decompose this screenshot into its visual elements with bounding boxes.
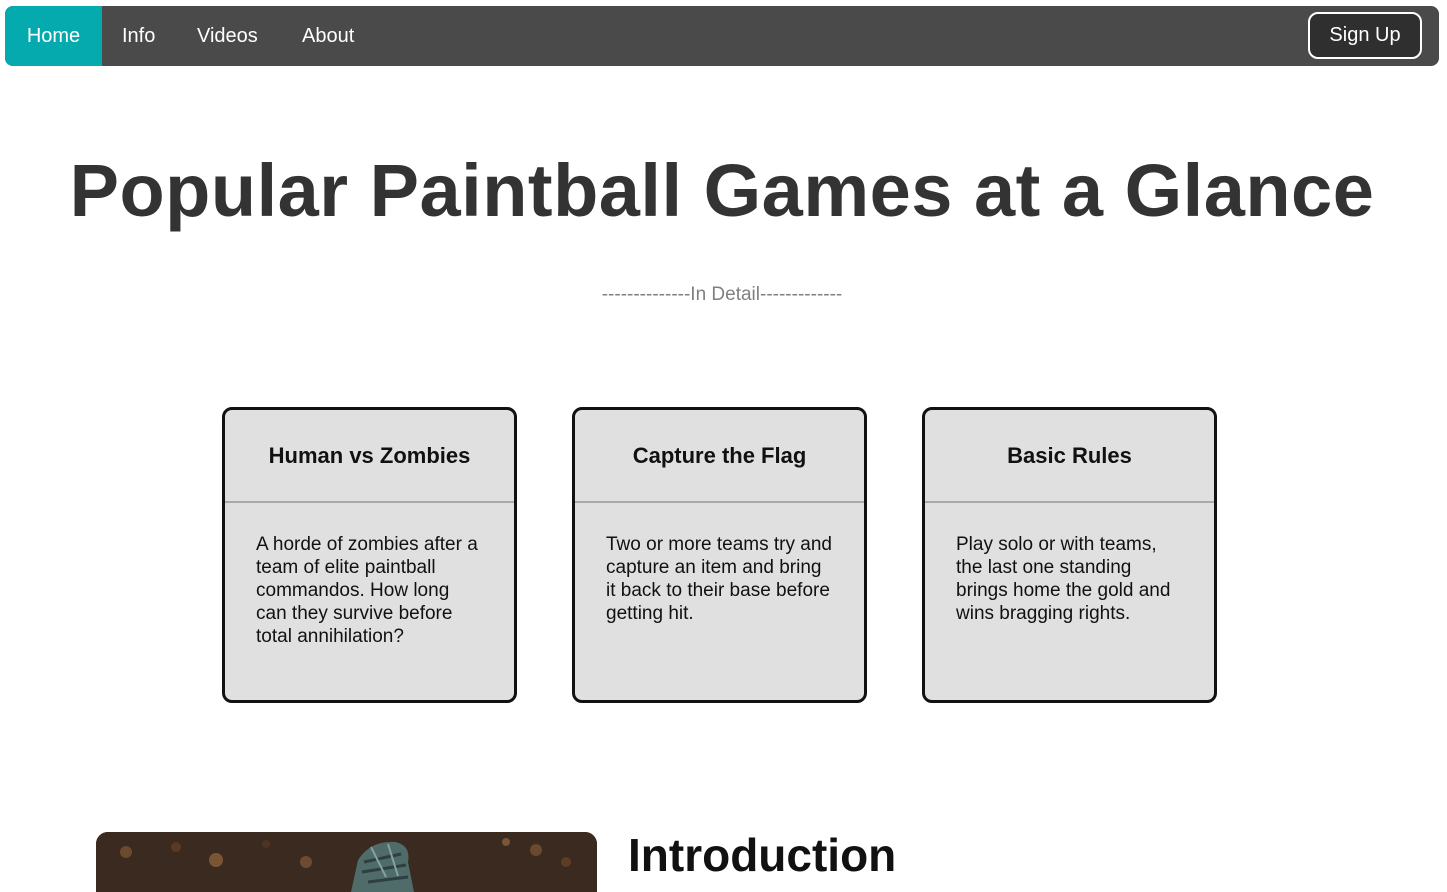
nav-videos-link[interactable]: Videos: [197, 6, 258, 66]
card-text: A horde of zombies after a team of elite…: [256, 534, 478, 647]
card-human-vs-zombies: Human vs Zombies A horde of zombies afte…: [222, 407, 517, 703]
card-title: Human vs Zombies: [225, 410, 514, 503]
intro-photo-graphic: [96, 832, 597, 892]
card-text: Play solo or with teams, the last one st…: [956, 534, 1171, 624]
card-capture-the-flag: Capture the Flag Two or more teams try a…: [572, 407, 867, 703]
card-title: Basic Rules: [925, 410, 1214, 503]
sign-up-button[interactable]: Sign Up: [1308, 12, 1422, 59]
nav-info-link[interactable]: Info: [122, 6, 155, 66]
top-navbar: Home Info Videos About Sign Up: [5, 6, 1439, 66]
section-subtitle: --------------In Detail-------------: [601, 284, 843, 305]
introduction-heading: Introduction: [628, 829, 897, 881]
card-text: Two or more teams try and capture an ite…: [606, 534, 832, 624]
nav-home-link[interactable]: Home: [5, 6, 102, 66]
card-title: Capture the Flag: [575, 410, 864, 503]
nav-about-link[interactable]: About: [302, 6, 354, 66]
page-title: Popular Paintball Games at a Glance: [69, 149, 1375, 232]
card-basic-rules: Basic Rules Play solo or with teams, the…: [922, 407, 1217, 703]
intro-photo: [96, 832, 597, 892]
